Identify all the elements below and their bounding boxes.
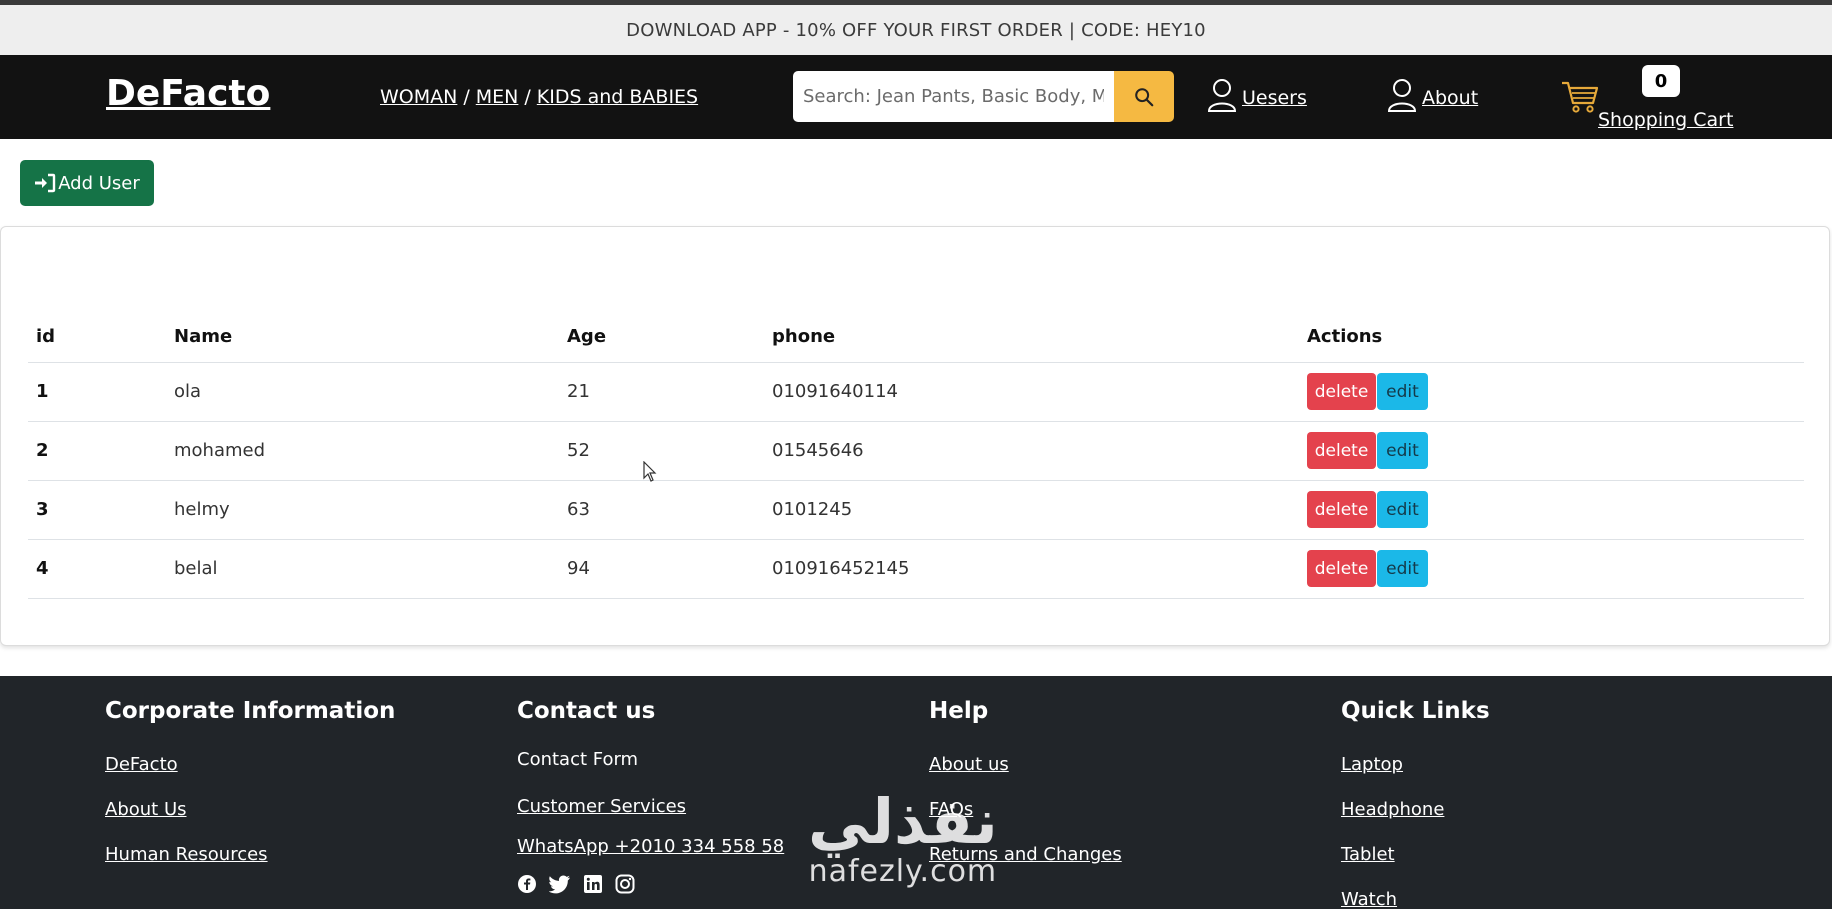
footer-link-whatsapp[interactable]: WhatsApp +2010 334 558 58 [517,832,784,872]
cell-actions: delete edit [1299,421,1804,481]
table-row: 3 helmy 63 0101245 delete edit [28,480,1804,540]
footer-link-defacto[interactable]: DeFacto [105,742,395,787]
about-link-label: About [1422,87,1479,109]
cell-actions: delete edit [1299,539,1804,599]
cell-age: 63 [559,480,764,540]
header-phone: phone [764,312,1299,363]
users-link-label: Uesers [1242,87,1307,109]
brand-logo-link[interactable]: DeFacto [106,73,270,114]
footer-contact-form-text: Contact Form [517,749,639,770]
delete-button[interactable]: delete [1307,491,1376,528]
header-actions: Actions [1299,312,1804,363]
promo-text: DOWNLOAD APP - 10% OFF YOUR FIRST ORDER … [626,19,1206,41]
cell-id: 2 [28,421,166,481]
nav-men-link[interactable]: MEN [476,86,519,108]
cell-id: 4 [28,539,166,599]
footer-contact-title: Contact us [517,698,656,724]
category-nav: WOMAN / MEN / KIDS and BABIES [380,86,698,108]
footer-link-watch[interactable]: Watch [1341,877,1490,909]
cell-phone: 01545646 [764,421,1299,481]
about-link[interactable]: About [1386,77,1478,113]
footer-help-title: Help [929,698,989,724]
footer-link-customer-services[interactable]: Customer Services [517,792,784,832]
mouse-cursor-icon [643,461,657,482]
footer-quick-links-column: Quick Links Laptop Headphone Tablet Watc… [1341,688,1490,909]
search-icon [1135,87,1154,106]
social-icons [517,874,784,894]
cell-phone: 010916452145 [764,539,1299,599]
cell-name: mohamed [166,421,559,481]
shopping-cart-label: Shopping Cart [1598,109,1734,131]
linkedin-icon[interactable] [583,874,603,894]
cart-icon [1562,81,1599,113]
cell-id: 3 [28,480,166,540]
footer-link-human-resources[interactable]: Human Resources [105,832,395,877]
delete-button[interactable]: delete [1307,432,1376,469]
nav-separator: / [524,86,531,108]
search-button[interactable] [1114,71,1174,122]
add-user-label: Add User [58,172,140,194]
delete-button[interactable]: delete [1307,550,1376,587]
footer-corporate-title: Corporate Information [105,698,396,724]
search-input[interactable] [793,71,1114,122]
shopping-cart-link[interactable]: 0 Shopping Cart [1560,65,1734,135]
cell-age: 21 [559,362,764,422]
cell-name: helmy [166,480,559,540]
twitter-icon[interactable] [549,874,571,894]
footer-link-about-us[interactable]: About Us [105,787,395,832]
footer-contact-column: Contact us Contact Form Customer Service… [517,688,784,894]
search-bar [793,71,1174,122]
cell-actions: delete edit [1299,362,1804,422]
users-table: id Name Age phone Actions 1 ola 21 01091… [28,312,1804,599]
header-age: Age [559,312,764,363]
cell-age: 52 [559,421,764,481]
cell-actions: delete edit [1299,480,1804,540]
user-icon [1387,79,1417,112]
facebook-icon[interactable] [517,874,537,894]
nav-kids-link[interactable]: KIDS and BABIES [537,86,698,108]
navbar: DeFacto WOMAN/MEN/KIDS and BABIES Uesers… [0,55,1832,139]
edit-button[interactable]: edit [1377,491,1428,528]
table-row: 1 ola 21 01091640114 delete edit [28,362,1804,422]
footer-link-headphone[interactable]: Headphone [1341,787,1490,832]
footer-link-about-us-help[interactable]: About us [929,742,1122,787]
cell-id: 1 [28,362,166,422]
add-user-button[interactable]: Add User [20,160,154,206]
delete-button[interactable]: delete [1307,373,1376,410]
watermark-latin: nafezly.com [808,854,998,889]
table-row: 2 mohamed 52 01545646 delete edit [28,421,1804,481]
edit-button[interactable]: edit [1377,432,1428,469]
instagram-icon[interactable] [615,874,635,894]
edit-button[interactable]: edit [1377,373,1428,410]
edit-button[interactable]: edit [1377,550,1428,587]
table-header-row: id Name Age phone Actions [28,312,1804,363]
cell-phone: 01091640114 [764,362,1299,422]
cart-count-badge: 0 [1642,65,1680,97]
footer-link-laptop[interactable]: Laptop [1341,742,1490,787]
watermark-arabic: نفذلي [808,785,998,858]
cell-name: belal [166,539,559,599]
table-row: 4 belal 94 010916452145 delete edit [28,539,1804,599]
promo-banner: DOWNLOAD APP - 10% OFF YOUR FIRST ORDER … [0,5,1832,55]
footer-quick-links-title: Quick Links [1341,698,1490,724]
cell-phone: 0101245 [764,480,1299,540]
cell-name: ola [166,362,559,422]
footer-corporate-column: Corporate Information DeFacto About Us H… [105,688,395,877]
nav-separator: / [463,86,470,108]
footer-link-tablet[interactable]: Tablet [1341,832,1490,877]
user-icon [1207,79,1237,112]
watermark: نفذلي nafezly.com [808,785,998,890]
sign-in-icon [35,173,56,193]
header-name: Name [166,312,559,363]
header-id: id [28,312,166,363]
users-link[interactable]: Uesers [1206,77,1307,113]
nav-woman-link[interactable]: WOMAN [380,86,457,108]
cell-age: 94 [559,539,764,599]
